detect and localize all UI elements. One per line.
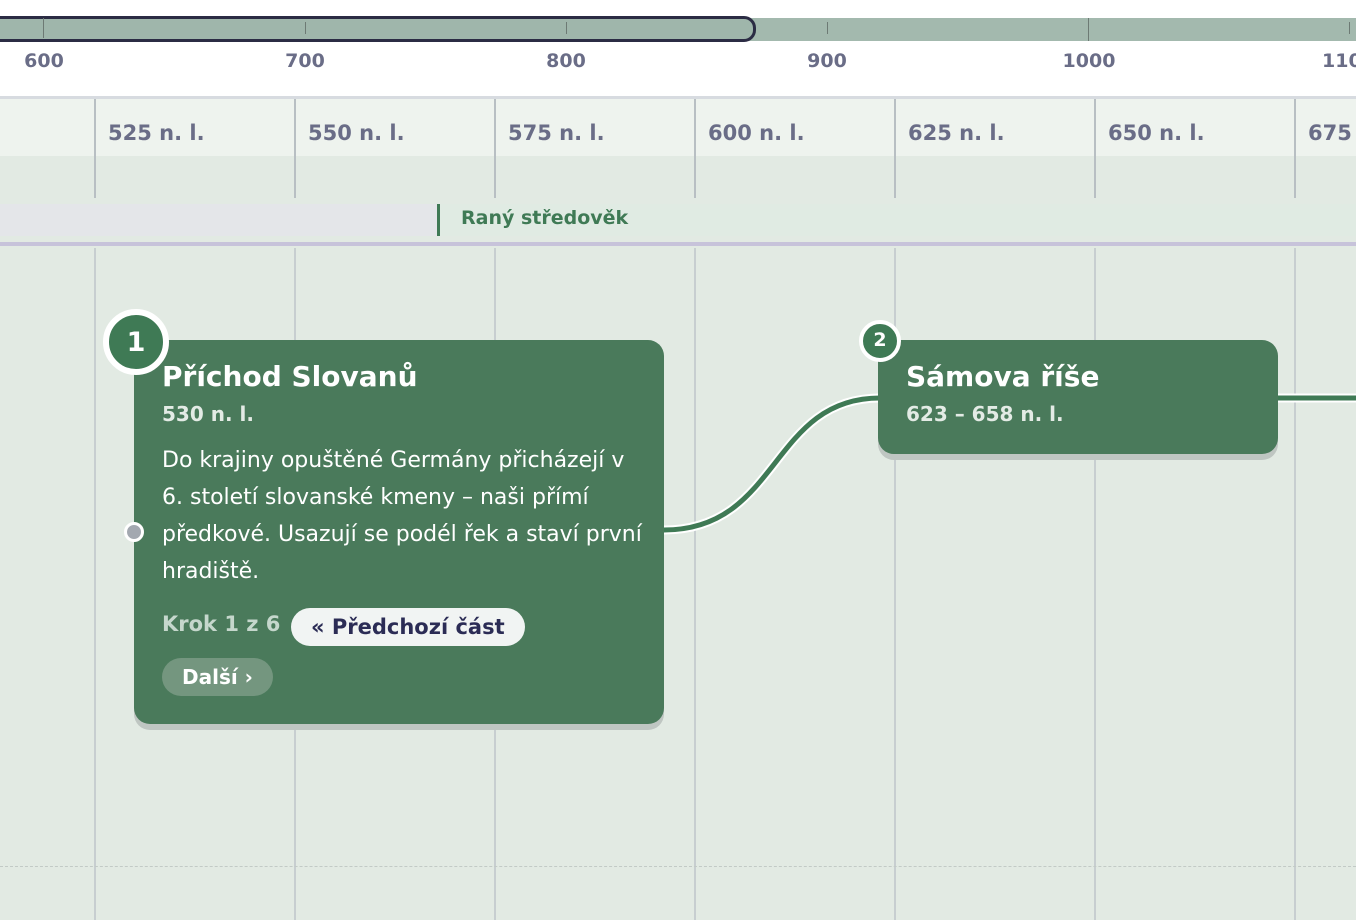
event-title: Příchod Slovanů <box>162 360 418 393</box>
event-card-2[interactable]: Sámova říše 623 – 658 n. l. <box>878 340 1278 454</box>
connector-1-2 <box>661 395 883 533</box>
event-date: 623 – 658 n. l. <box>906 402 1064 426</box>
next-button[interactable]: Další › <box>162 658 273 696</box>
event-title: Sámova říše <box>906 360 1100 393</box>
step-counter: Krok 1 z 6 <box>162 612 281 636</box>
event-card-1[interactable]: Příchod Slovanů 530 n. l. Do krajiny opu… <box>134 340 664 724</box>
event-number-badge[interactable]: 1 <box>103 309 169 375</box>
previous-section-button[interactable]: « Předchozí část <box>291 608 525 646</box>
event-date: 530 n. l. <box>162 402 254 426</box>
timeline-anchor-dot <box>124 522 144 542</box>
event-description: Do krajiny opuštěné Germány přicházejí v… <box>162 448 642 584</box>
event-number-badge[interactable]: 2 <box>859 320 901 362</box>
